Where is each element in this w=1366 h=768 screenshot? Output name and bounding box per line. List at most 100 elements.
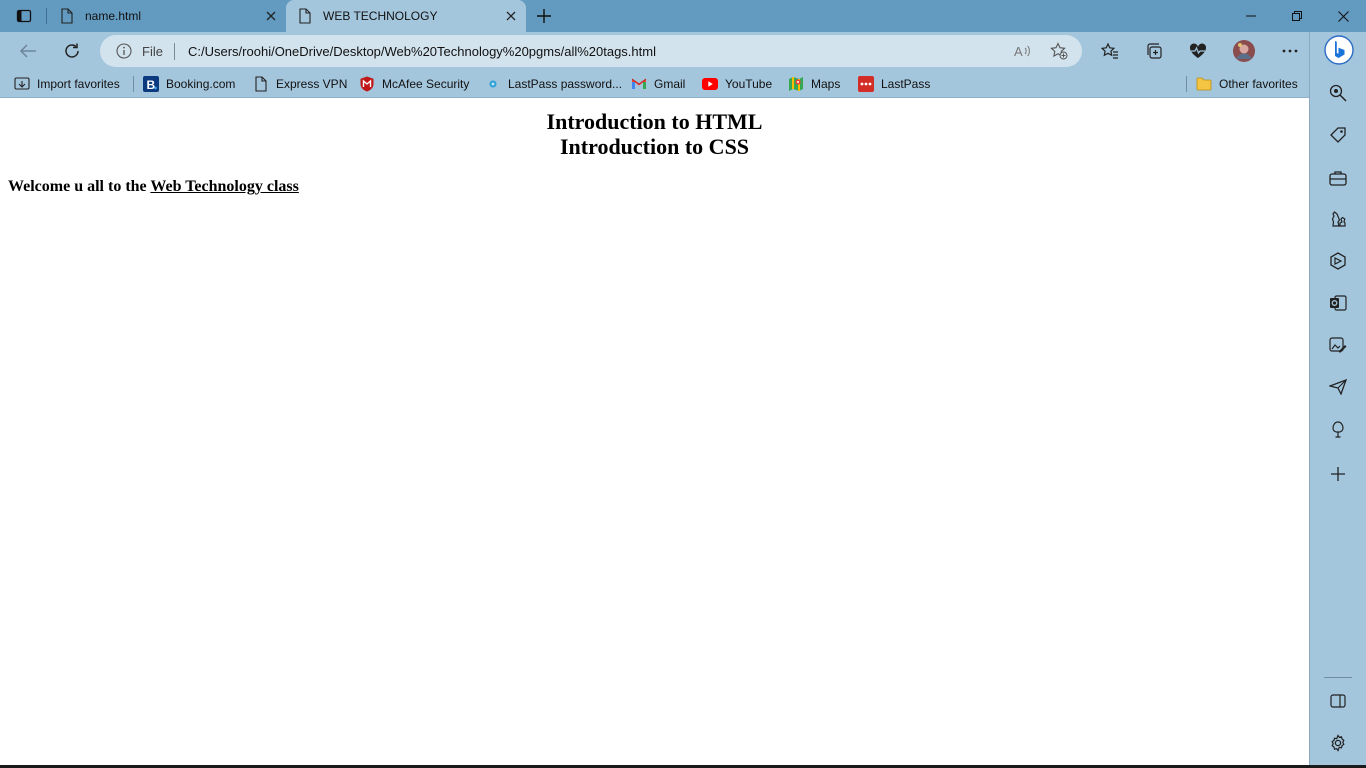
settings-and-more-button[interactable] [1274, 36, 1306, 66]
address-bar[interactable]: File C:/Users/roohi/OneDrive/Desktop/Web… [100, 35, 1082, 67]
favorite-label: LastPass password... [508, 77, 623, 91]
paper-plane-icon [1329, 379, 1347, 395]
favorite-lastpass-password[interactable]: LastPass password... [485, 74, 622, 94]
favorite-youtube[interactable]: YouTube [702, 74, 772, 94]
page-headings: Introduction to HTML Introduction to CSS [0, 109, 1309, 159]
welcome-text: Welcome u all to the Web Technology clas… [8, 178, 299, 196]
tab-title: name.html [85, 9, 142, 23]
site-scheme-label: File [142, 44, 163, 59]
window-close-button[interactable] [1320, 0, 1366, 32]
favorite-maps[interactable]: Maps [788, 74, 840, 94]
favorite-mcafee-security[interactable]: McAfee Security [359, 74, 469, 94]
import-favorites-icon [14, 76, 30, 92]
tab-divider [46, 8, 47, 24]
info-icon[interactable] [116, 43, 132, 59]
favorite-label: Gmail [654, 77, 686, 91]
search-icon [1329, 84, 1347, 102]
sidebar-microsoft365-button[interactable] [1325, 248, 1351, 274]
restore-button[interactable] [1274, 0, 1320, 32]
browser-essentials-button[interactable] [1182, 36, 1214, 66]
tree-icon [1329, 420, 1347, 438]
web-technology-class-link[interactable]: Web Technology class [150, 178, 298, 195]
briefcase-icon [1329, 170, 1347, 186]
tag-icon [1329, 126, 1347, 144]
chess-piece-icon [1329, 210, 1347, 228]
sidebar-outlook-button[interactable] [1325, 290, 1351, 316]
lastpass-icon [858, 76, 874, 92]
page-viewport: Introduction to HTML Introduction to CSS… [0, 103, 1309, 765]
minimize-icon [1246, 11, 1256, 21]
gmail-icon [631, 76, 647, 92]
bing-icon [1324, 35, 1354, 65]
refresh-icon [63, 42, 81, 60]
add-favorite-icon[interactable] [1050, 42, 1068, 60]
more-icon [1282, 49, 1298, 53]
bing-chat-button[interactable] [1324, 35, 1354, 65]
plus-icon [537, 9, 551, 23]
tab-web-technology[interactable]: WEB TECHNOLOGY [286, 0, 526, 32]
profile-button[interactable] [1228, 36, 1260, 66]
lastpass-dot-icon [485, 76, 501, 92]
sidebar-settings-button[interactable] [1325, 730, 1351, 756]
url-text[interactable]: C:/Users/roohi/OneDrive/Desktop/Web%20Te… [188, 44, 656, 59]
favorite-import-favorites[interactable]: Import favorites [14, 74, 120, 94]
gear-icon [1329, 734, 1347, 752]
refresh-button[interactable] [56, 36, 88, 66]
youtube-icon [702, 76, 718, 92]
favorite-express-vpn[interactable]: Express VPN [253, 74, 347, 94]
favorite-label: Maps [811, 77, 841, 91]
close-icon [1337, 10, 1349, 22]
sidebar-shopping-button[interactable] [1325, 122, 1351, 148]
read-aloud-icon[interactable]: A [1014, 42, 1032, 60]
favorites-divider [1186, 76, 1187, 92]
folder-icon [1196, 76, 1212, 92]
collections-button[interactable] [1138, 36, 1170, 66]
restore-icon [1292, 11, 1302, 21]
page-icon [59, 8, 75, 24]
sidebar-drop-button[interactable] [1325, 332, 1351, 358]
tab-actions-icon [16, 8, 32, 24]
tab-title: WEB TECHNOLOGY [323, 9, 438, 23]
image-edit-icon [1329, 336, 1347, 354]
favorite-label: Booking.com [166, 77, 236, 91]
sidebar-tools-button[interactable] [1325, 165, 1351, 191]
close-icon[interactable] [502, 7, 520, 25]
favorite-booking[interactable]: B Booking.com [143, 74, 235, 94]
back-button[interactable] [12, 36, 44, 66]
edge-sidebar [1309, 32, 1366, 765]
new-tab-button[interactable] [530, 4, 558, 28]
page-icon [297, 8, 313, 24]
sidebar-add-button[interactable] [1325, 461, 1351, 487]
heading-html: Introduction to HTML [546, 109, 763, 134]
outlook-icon [1329, 294, 1347, 312]
hide-sidebar-button[interactable] [1325, 688, 1351, 714]
heart-pulse-icon [1189, 43, 1207, 59]
favorite-lastpass[interactable]: LastPass [858, 74, 930, 94]
back-arrow-icon [19, 43, 37, 59]
tab-name-html[interactable]: name.html [48, 0, 286, 32]
address-separator [174, 43, 175, 60]
sidebar-panel-icon [1330, 694, 1346, 708]
close-icon[interactable] [262, 7, 280, 25]
favorite-label: Import favorites [37, 77, 120, 91]
sidebar-tree-button[interactable] [1325, 416, 1351, 442]
other-favorites-label: Other favorites [1219, 77, 1298, 91]
minimize-button[interactable] [1228, 0, 1274, 32]
page-icon [253, 76, 269, 92]
svg-text:A: A [1014, 44, 1023, 59]
sidebar-send-button[interactable] [1325, 374, 1351, 400]
sidebar-games-button[interactable] [1325, 206, 1351, 232]
favorites-button[interactable] [1094, 36, 1126, 66]
tab-actions-button[interactable] [8, 4, 40, 28]
favorite-label: McAfee Security [382, 77, 470, 91]
favorite-other-favorites[interactable]: Other favorites [1196, 74, 1298, 94]
mcafee-icon [359, 76, 375, 92]
office-icon [1329, 252, 1347, 270]
avatar [1232, 39, 1256, 63]
plus-icon [1331, 467, 1345, 481]
sidebar-divider [1324, 677, 1352, 678]
favorite-label: Express VPN [276, 77, 348, 91]
favorite-gmail[interactable]: Gmail [631, 74, 685, 94]
favorite-label: LastPass [881, 77, 931, 91]
sidebar-search-button[interactable] [1325, 80, 1351, 106]
